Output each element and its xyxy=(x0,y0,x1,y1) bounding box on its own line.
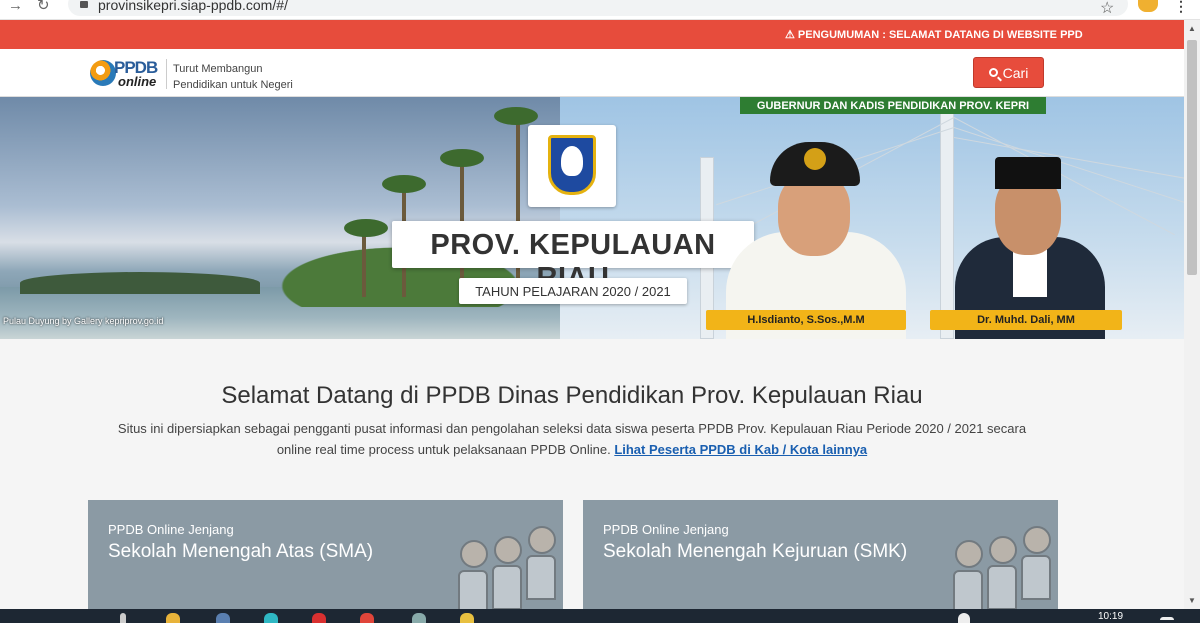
officials-heading: GUBERNUR DAN KADIS PENDIDIKAN PROV. KEPR… xyxy=(756,100,1030,112)
lock-icon xyxy=(80,1,88,8)
academic-year-box: TAHUN PELAJARAN 2020 / 2021 xyxy=(459,278,687,304)
microphone-icon[interactable] xyxy=(120,613,126,623)
search-button-label: Cari xyxy=(1002,64,1029,81)
ppdb-logo[interactable]: PPDB online xyxy=(90,56,160,90)
student-figure xyxy=(526,555,556,600)
browser-toolbar: → ↻ provinsikepri.siap-ppdb.com/#/ ☆ ⋮ xyxy=(0,0,1200,20)
academic-year: TAHUN PELAJARAN 2020 / 2021 xyxy=(475,284,671,299)
app-icon[interactable] xyxy=(412,613,426,623)
extension-icon[interactable] xyxy=(1138,0,1158,12)
search-button[interactable]: Cari xyxy=(973,57,1044,88)
announcement-bar: ⚠ PENGUMUMAN : SELAMAT DATANG DI WEBSITE… xyxy=(0,20,1184,49)
garuda-badge-icon xyxy=(804,148,826,170)
bridge-pylon xyxy=(940,107,954,339)
forward-icon[interactable]: → xyxy=(8,0,23,13)
officials-heading-banner: GUBERNUR DAN KADIS PENDIDIKAN PROV. KEPR… xyxy=(740,97,1046,114)
reload-icon[interactable]: ↻ xyxy=(37,0,50,13)
browser-menu-icon[interactable]: ⋮ xyxy=(1174,0,1188,15)
student-head xyxy=(1023,526,1051,554)
students-illustration xyxy=(943,510,1058,610)
app-icon[interactable] xyxy=(264,613,278,623)
banner-caption: Pulau Duyung by Gallery kepriprov.go.id xyxy=(3,316,164,326)
scroll-down-icon[interactable]: ▼ xyxy=(1188,596,1196,605)
governor-name-tag: H.Isdianto, S.Sos.,M.M xyxy=(706,310,906,330)
province-crest xyxy=(528,125,616,207)
bookmark-star-icon[interactable]: ☆ xyxy=(1100,0,1114,18)
chrome-icon[interactable] xyxy=(360,613,374,623)
scroll-up-icon[interactable]: ▲ xyxy=(1188,24,1196,33)
education-head-peci xyxy=(995,157,1061,189)
crest-inner xyxy=(561,146,583,176)
tagline-line-2: Pendidikan untuk Negeri xyxy=(173,79,293,91)
education-head-name: Dr. Muhd. Dali, MM xyxy=(977,314,1075,326)
page-scrollbar[interactable]: ▲ ▼ xyxy=(1184,20,1200,609)
tagline-line-1: Turut Membangun xyxy=(173,63,263,75)
notification-icon[interactable] xyxy=(1160,617,1174,620)
palm-leaves xyxy=(494,107,538,125)
students-illustration xyxy=(448,510,563,610)
student-figure xyxy=(492,565,522,610)
tray-icon[interactable] xyxy=(958,613,970,623)
announcement-text: ⚠ PENGUMUMAN : SELAMAT DATANG DI WEBSITE… xyxy=(785,29,1083,41)
logo-online-text: online xyxy=(118,74,157,89)
folder-icon[interactable] xyxy=(166,613,180,623)
tagline: Turut Membangun Pendidikan untuk Negeri xyxy=(173,61,293,93)
tagline-divider xyxy=(166,59,167,89)
education-head-photo xyxy=(955,137,1105,339)
app-icon[interactable] xyxy=(216,613,230,623)
os-taskbar: 10:19 xyxy=(0,609,1200,623)
logo-globe-icon xyxy=(90,60,116,86)
app-icon[interactable] xyxy=(312,613,326,623)
other-regions-link[interactable]: Lihat Peserta PPDB di Kab / Kota lainnya xyxy=(614,442,867,457)
student-figure xyxy=(953,570,983,610)
card-subtitle: PPDB Online Jenjang xyxy=(108,522,234,537)
scroll-thumb[interactable] xyxy=(1187,40,1197,275)
site-header: PPDB online Turut Membangun Pendidikan u… xyxy=(0,49,1184,97)
student-figure xyxy=(1021,555,1051,600)
student-head xyxy=(460,540,488,568)
crest-emblem-icon xyxy=(548,135,596,195)
student-figure xyxy=(458,570,488,610)
app-icon[interactable] xyxy=(460,613,474,623)
palm-tree xyxy=(362,227,366,297)
palm-leaves xyxy=(440,149,484,167)
welcome-description: Situs ini dipersiapkan sebagai pengganti… xyxy=(90,418,1054,460)
sma-card[interactable]: PPDB Online Jenjang Sekolah Menengah Ata… xyxy=(88,500,563,610)
student-head xyxy=(494,536,522,564)
governor-photo xyxy=(726,132,906,339)
welcome-title: Selamat Datang di PPDB Dinas Pendidikan … xyxy=(221,382,923,409)
hero-banner: Pulau Duyung by Gallery kepriprov.go.id … xyxy=(0,97,1184,339)
url-text: provinsikepri.siap-ppdb.com/#/ xyxy=(98,0,288,13)
education-head-name-tag: Dr. Muhd. Dali, MM xyxy=(930,310,1122,330)
card-title: Sekolah Menengah Kejuruan (SMK) xyxy=(603,541,908,562)
student-figure xyxy=(987,565,1017,610)
welcome-desc-line-1: Situs ini dipersiapkan sebagai pengganti… xyxy=(117,421,1027,436)
island-image xyxy=(20,272,260,294)
welcome-desc-line-2: online real time process untuk pelaksana… xyxy=(276,442,611,457)
student-head xyxy=(528,526,556,554)
smk-card[interactable]: PPDB Online Jenjang Sekolah Menengah Kej… xyxy=(583,500,1058,610)
province-title-box: PROV. KEPULAUAN RIAU xyxy=(392,221,754,294)
address-bar[interactable]: provinsikepri.siap-ppdb.com/#/ xyxy=(68,0,1128,16)
clock-time[interactable]: 10:19 xyxy=(1098,611,1123,622)
palm-leaves xyxy=(382,175,426,193)
card-title: Sekolah Menengah Atas (SMA) xyxy=(108,541,374,562)
student-head xyxy=(989,536,1017,564)
card-subtitle: PPDB Online Jenjang xyxy=(603,522,729,537)
student-head xyxy=(955,540,983,568)
search-icon xyxy=(988,68,998,77)
governor-face xyxy=(778,174,850,256)
palm-leaves xyxy=(344,219,388,237)
governor-name: H.Isdianto, S.Sos.,M.M xyxy=(747,314,865,326)
